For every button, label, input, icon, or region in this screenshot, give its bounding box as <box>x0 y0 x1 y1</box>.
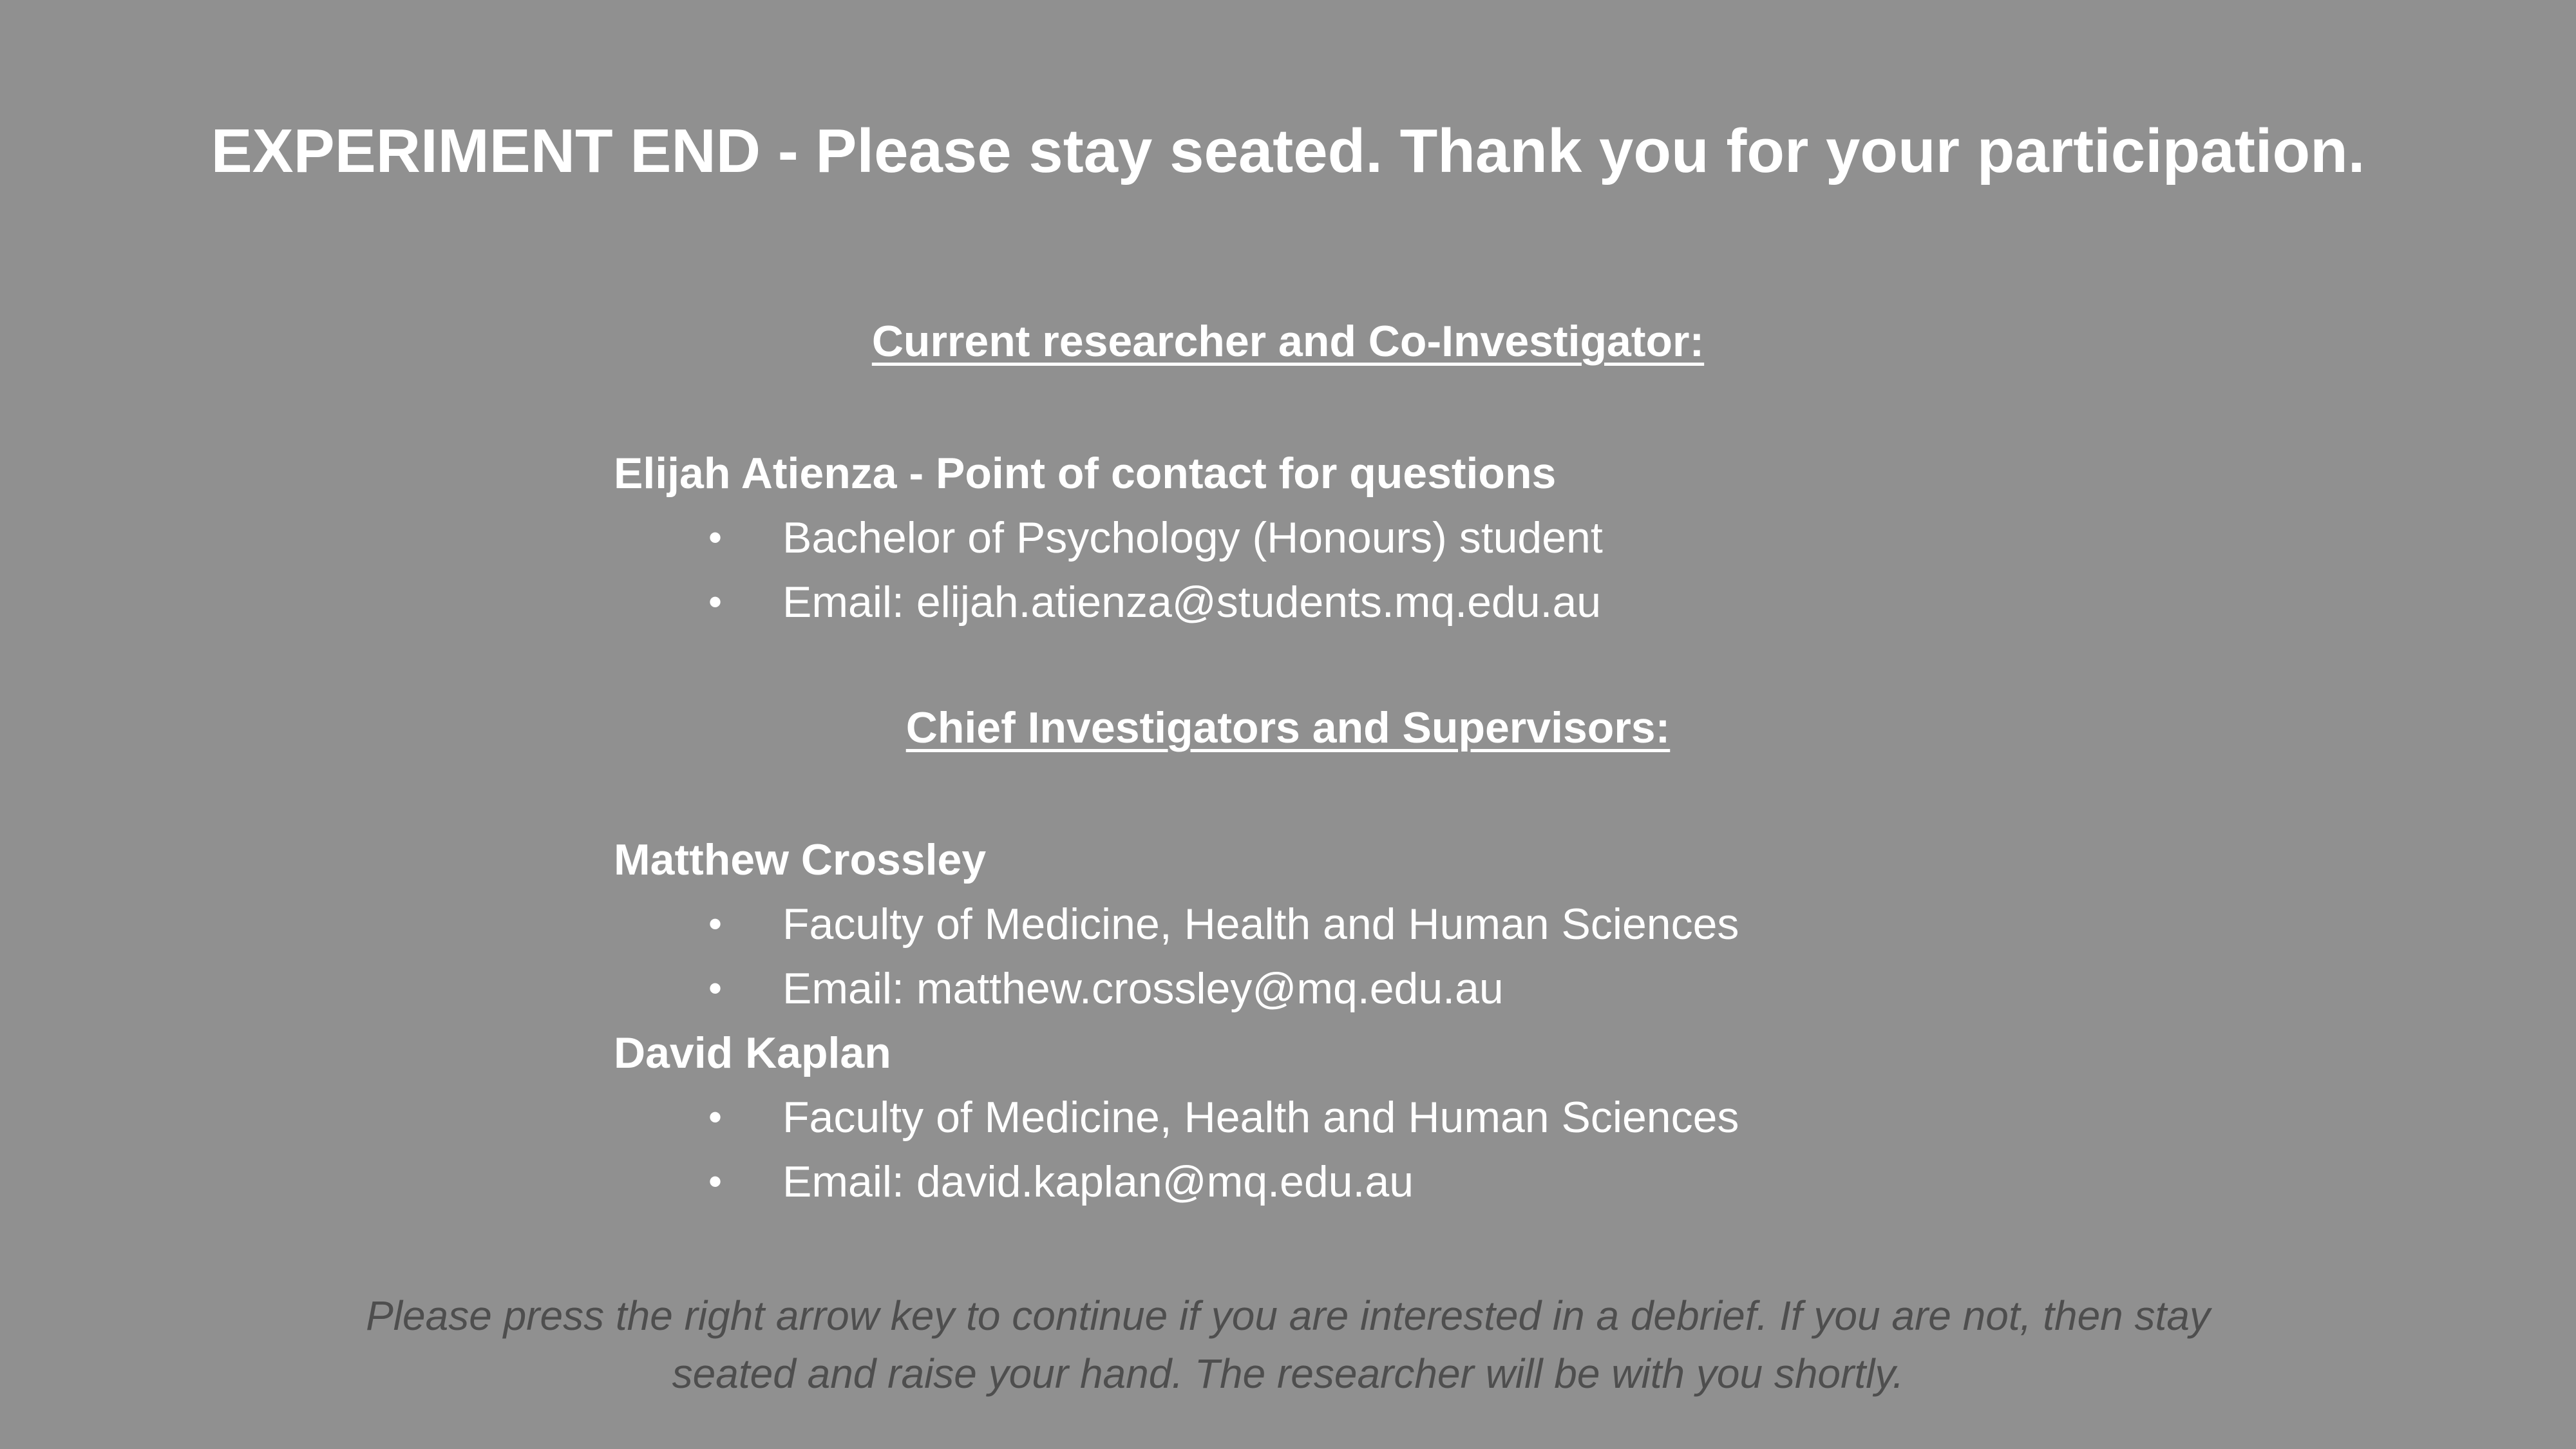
contact-detail-item: • Email: matthew.crossley@mq.edu.au <box>614 956 2159 1021</box>
bullet-icon: • <box>708 902 723 945</box>
contact-name: Elijah Atienza - Point of contact for qu… <box>614 449 1557 498</box>
bullet-icon: • <box>708 580 723 623</box>
contact-faculty: Faculty of Medicine, Health and Human Sc… <box>782 900 1739 949</box>
contact-email: Email: matthew.crossley@mq.edu.au <box>782 964 1504 1013</box>
contact-email: Email: elijah.atienza@students.mq.edu.au <box>782 578 1602 627</box>
contact-detail-item: • Faculty of Medicine, Health and Human … <box>614 1085 2159 1150</box>
bullet-icon: • <box>708 1095 723 1139</box>
contact-detail-item: • Faculty of Medicine, Health and Human … <box>614 892 2159 956</box>
contact-detail-item: • Bachelor of Psychology (Honours) stude… <box>614 506 2159 570</box>
chief-investigators-heading: Chief Investigators and Supervisors: <box>905 703 1671 752</box>
contact-detail-item: • Email: david.kaplan@mq.edu.au <box>614 1150 2159 1214</box>
contact-email: Email: david.kaplan@mq.edu.au <box>782 1157 1414 1206</box>
contact-faculty: Faculty of Medicine, Health and Human Sc… <box>782 1093 1739 1142</box>
bullet-icon: • <box>708 967 723 1010</box>
contact-name: Matthew Crossley <box>614 835 987 884</box>
contact-elijah-atienza: Elijah Atienza - Point of contact for qu… <box>614 441 2159 634</box>
debrief-instructions: Please press the right arrow key to cont… <box>0 1287 2576 1403</box>
contact-detail-item: • Email: elijah.atienza@students.mq.edu.… <box>614 570 2159 634</box>
contact-role: Bachelor of Psychology (Honours) student <box>782 513 1603 562</box>
experiment-end-headline: EXPERIMENT END - Please stay seated. Tha… <box>211 117 2365 185</box>
debrief-instructions-line-1: Please press the right arrow key to cont… <box>366 1293 2210 1339</box>
bullet-icon: • <box>708 516 723 559</box>
contact-matthew-crossley: Matthew Crossley • Faculty of Medicine, … <box>614 828 2159 1021</box>
contact-david-kaplan: David Kaplan • Faculty of Medicine, Heal… <box>614 1021 2159 1214</box>
bullet-icon: • <box>708 1160 723 1203</box>
current-researcher-heading: Current researcher and Co-Investigator: <box>871 317 1705 366</box>
experiment-end-slide: EXPERIMENT END - Please stay seated. Tha… <box>0 0 2576 1449</box>
debrief-instructions-line-2: seated and raise your hand. The research… <box>672 1350 1904 1397</box>
contact-name: David Kaplan <box>614 1028 891 1077</box>
